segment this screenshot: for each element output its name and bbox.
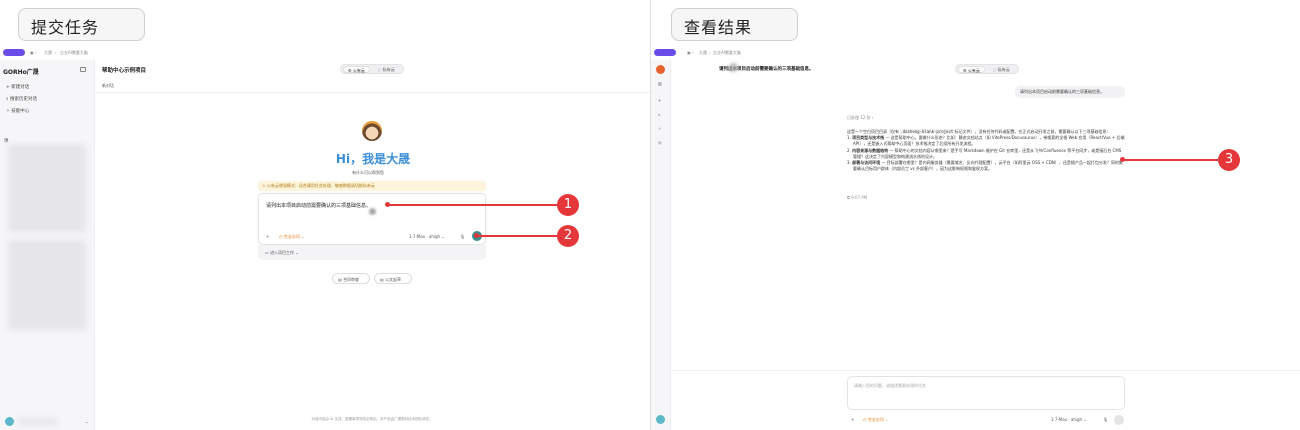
chat-input-placeholder[interactable]: 请输入您的问题，或描述需要处理的任务	[854, 383, 926, 389]
collapsed-sidebar: ▥ + ⌕ ✧ ◎	[651, 60, 671, 430]
thought-duration[interactable]: 已处理 12 秒 ›	[847, 115, 874, 121]
cursor-icon	[369, 208, 376, 215]
folder-icon: ▭	[265, 250, 269, 255]
attach-plus-icon[interactable]: +	[851, 417, 854, 422]
collapse-sidebar-icon[interactable]	[80, 67, 86, 72]
new-chat-icon[interactable]: +	[658, 98, 661, 103]
sparkle-icon[interactable]: ✧	[658, 126, 661, 131]
callout-1-line	[388, 204, 558, 206]
answer-item-2: 2. 内容来源与数据结构 — 帮助中心的文档内容从哪里来？是手写 Markdow…	[847, 147, 1122, 159]
doc-icon: ▤	[380, 277, 384, 282]
home-icon[interactable]: ▣ ›	[30, 50, 37, 55]
chip-contract-review[interactable]: ▤ 合同审查	[332, 273, 370, 284]
new-chat-item[interactable]: + 新建对话	[6, 84, 29, 90]
left-panel: 提交任务 ▣ › 大晟 › 企业AI需要大脑 GORHo广晟 + 新建对话 ⌕ …	[0, 0, 650, 430]
user-avatar[interactable]	[656, 415, 665, 424]
chat-input-box[interactable]: 请列出本项目启动前需要确认的三项基础信息。 + ◷ 完全访问 ⌄ 3.7-Max…	[258, 193, 486, 245]
callout-3: 3	[1218, 149, 1240, 171]
user-menu-chevron-icon[interactable]: ⌄	[85, 419, 88, 424]
app-switch-pill[interactable]	[3, 49, 25, 56]
brand-mark-icon	[656, 65, 665, 74]
project-bar[interactable]: ▭ 进入项目工作 ⌄	[258, 245, 486, 260]
breadcrumb-page: 企业AI需要大脑	[60, 50, 88, 55]
model-select[interactable]: 3.7-Max · ahigh ⌄	[1051, 417, 1087, 422]
cloud-toggle[interactable]: ⚙ 公有云 ◌ 私有云	[340, 64, 404, 74]
mic-icon[interactable]: 🎙	[460, 234, 465, 239]
assistant-answer: 这是一个空白项目目录（仅有 .dasheng-blank-project 标记文…	[847, 129, 1125, 172]
user-avatar[interactable]	[5, 417, 14, 426]
project-work-label: 进入项目工作	[270, 250, 295, 255]
access-mode[interactable]: ◷ 完全访问 ⌄	[863, 417, 888, 423]
access-mode[interactable]: ◷ 完全访问 ⌄	[279, 234, 304, 240]
sidebar: GORHo广晟 + 新建对话 ⌕ 搜索历史对话 ✧ 技能中心 项 ⌄	[0, 60, 95, 430]
chip-document-draft[interactable]: ▤ 公文起草	[374, 273, 412, 284]
breadcrumb-page: 企业AI需要大脑	[713, 50, 741, 55]
user-message-bubble: 请列出本项目启动前需要确认的三项基础信息。	[1015, 86, 1125, 98]
app-switch-pill[interactable]	[654, 49, 676, 56]
model-select[interactable]: 3.7-Max · ahigh ⌄	[409, 234, 445, 239]
callout-2-line	[477, 235, 559, 237]
inline-code: .dasheng-blank-project	[900, 129, 954, 134]
user-name-blur	[18, 418, 58, 425]
sparkle-icon: ✧	[6, 109, 10, 114]
plus-icon: +	[6, 85, 10, 90]
search-icon: ⌕	[6, 97, 9, 102]
tab-public-cloud[interactable]: ⚙ 公有云	[343, 66, 370, 73]
callout-3-line	[1123, 159, 1219, 161]
result-label: 查看结果	[671, 8, 798, 41]
history-blur-2	[8, 240, 86, 330]
submit-label: 提交任务	[18, 8, 145, 41]
answer-item-3: 3. 部署与访问环境 — 目标部署在哪里？是内网服务器（需要域名、反向代理配置）…	[847, 160, 1123, 172]
search-history-item[interactable]: ⌕ 搜索历史对话	[6, 96, 37, 102]
callout-1: 1	[557, 194, 579, 216]
chat-input-box[interactable]: 请输入您的问题，或描述需要处理的任务	[847, 376, 1125, 410]
tab-public-cloud[interactable]: ⚙ 公有云	[958, 66, 985, 73]
notice-text: 公有云增强模式：适合通用任务处理，敏感数据请切换私有云	[266, 183, 375, 188]
cloud-toggle[interactable]: ⚙ 公有云 ◌ 私有云	[955, 64, 1019, 74]
user-message-text: 请列出本项目启动前需要确认的三项基础信息。	[1020, 89, 1104, 94]
send-button[interactable]	[1114, 415, 1124, 425]
answer-item-1: 1. 项目类型与技术栈 — 这是帮助中心，要做什么形态？比如：静态文档站点（如 …	[847, 135, 1125, 147]
callout-2: 2	[557, 225, 579, 247]
footer-disclaimer: 对话内容由 AI 生成，重要事项请务必核实。本产品由广晟数科技术团队研发。	[311, 417, 433, 421]
hero-subtitle: 有什么可以帮到您	[352, 170, 384, 175]
doc-icon: ▤	[338, 277, 342, 282]
cursor-icon	[729, 63, 738, 72]
attach-plus-icon[interactable]: +	[266, 234, 269, 239]
recent-label: 项	[4, 139, 9, 144]
search-icon[interactable]: ⌕	[658, 112, 660, 117]
mascot-icon	[362, 121, 382, 141]
new-chat-subtitle: 新对话	[102, 83, 114, 88]
warning-icon: ⚠	[262, 183, 266, 188]
message-time: ⧉ 9:07 PM	[847, 195, 868, 200]
expand-sidebar-icon[interactable]: ▥	[658, 81, 662, 86]
skills-center-item[interactable]: ✧ 技能中心	[6, 108, 29, 114]
breadcrumb-root[interactable]: 大晟	[44, 50, 52, 56]
brand-logo: GORHo广晟	[3, 69, 39, 76]
right-panel: 查看结果 ▣ › 大晟 › 企业AI需要大脑 ▥ + ⌕ ✧ ◎ 请列出本项目启…	[650, 0, 1300, 430]
hero-title: Hi，我是大晟	[335, 152, 411, 166]
bottom-divider	[671, 370, 1300, 371]
mic-icon[interactable]: 🎙	[1103, 417, 1108, 422]
tab-private-cloud[interactable]: ◌ 私有云	[374, 66, 399, 73]
notice-banner: ⚠ 公有云增强模式：适合通用任务处理，敏感数据请切换私有云	[258, 181, 486, 191]
breadcrumb-root[interactable]: 大晟	[699, 50, 707, 56]
copy-icon[interactable]: ⧉	[847, 195, 850, 200]
home-icon[interactable]: ▣ ›	[687, 50, 694, 55]
header-divider	[96, 92, 650, 93]
settings-icon[interactable]: ◎	[658, 140, 662, 145]
tab-private-cloud[interactable]: ◌ 私有云	[989, 66, 1014, 73]
history-blur-1	[8, 144, 86, 232]
project-title: 帮助中心示例项目	[102, 68, 147, 74]
chat-input-text[interactable]: 请列出本项目启动前需要确认的三项基础信息。	[266, 202, 371, 209]
